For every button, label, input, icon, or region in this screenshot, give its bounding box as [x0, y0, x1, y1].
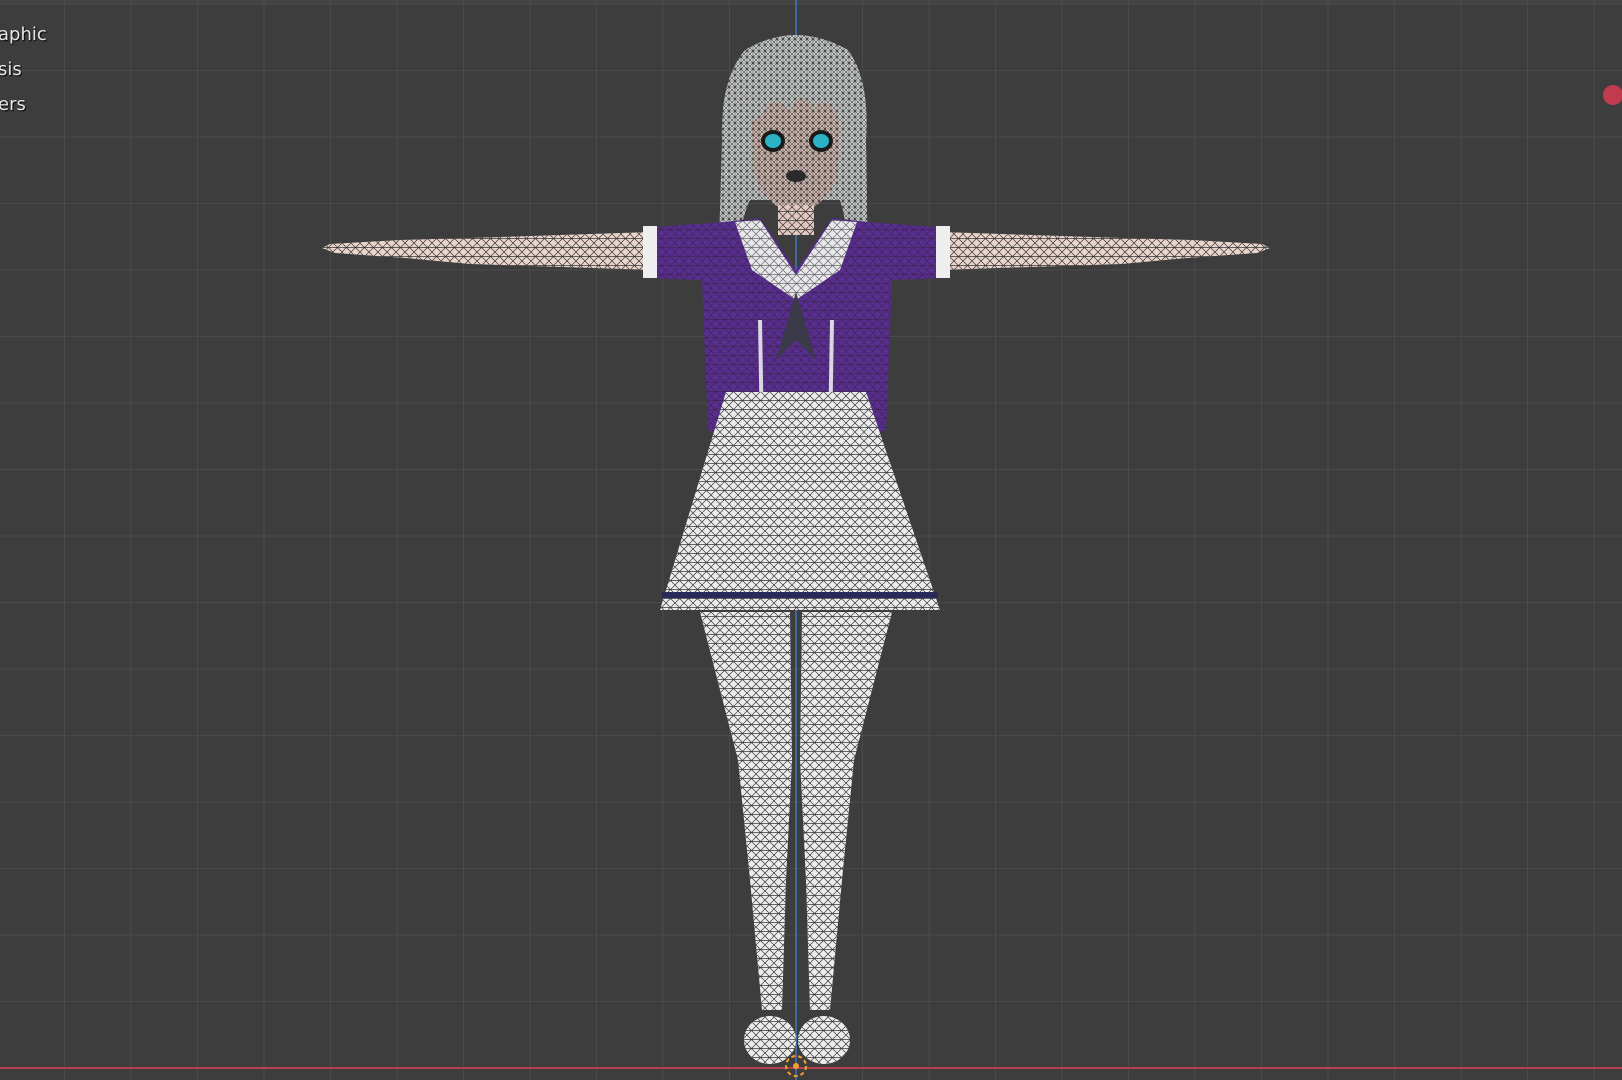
skirt-stripe — [662, 592, 938, 598]
viewport-canvas[interactable] — [0, 0, 1622, 1080]
viewport-overlay-line: sis — [0, 59, 22, 80]
record-dot-icon[interactable] — [1603, 85, 1622, 105]
viewport-overlay-line: aphic — [0, 24, 47, 45]
viewport-overlay-line: ers — [0, 94, 26, 115]
3d-viewport[interactable]: aphic sis ers — [0, 0, 1622, 1080]
